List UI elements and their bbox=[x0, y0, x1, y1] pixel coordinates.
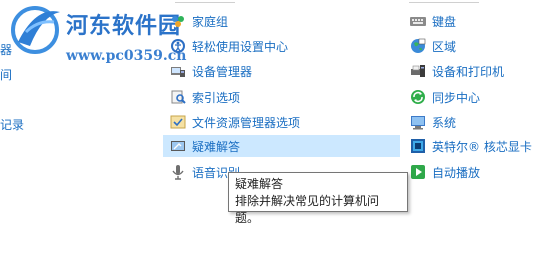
intel-graphics-label: 英特尔® 核芯显卡 bbox=[432, 139, 532, 154]
control-panel-item-system[interactable]: 系统 bbox=[410, 111, 456, 133]
watermark-site-name: 河东软件园 bbox=[66, 13, 182, 39]
devices-printers-label: 设备和打印机 bbox=[432, 64, 505, 79]
indexing-options-icon bbox=[170, 89, 186, 105]
left-item-1[interactable]: 器 bbox=[0, 41, 12, 58]
tooltip-description: 排除并解决常见的计算机问题。 bbox=[235, 194, 380, 225]
tooltip-title: 疑难解答 bbox=[235, 177, 284, 191]
troubleshooting-label: 疑难解答 bbox=[192, 139, 241, 154]
watermark-url: www.pc0359.cn bbox=[66, 48, 187, 64]
file-explorer-options-label: 文件资源管理器选项 bbox=[192, 115, 301, 130]
control-panel-item-device-manager[interactable]: 设备管理器 bbox=[170, 60, 252, 82]
indexing-options-label: 索引选项 bbox=[192, 90, 241, 105]
troubleshooting-icon bbox=[170, 138, 186, 154]
device-manager-label: 设备管理器 bbox=[192, 64, 253, 79]
left-item-2[interactable]: 间 bbox=[0, 66, 12, 83]
control-panel-item-indexing-options[interactable]: 索引选项 bbox=[170, 86, 240, 108]
keyboard-icon bbox=[410, 13, 426, 29]
device-manager-icon bbox=[170, 63, 186, 79]
system-icon bbox=[410, 114, 426, 130]
control-panel-item-intel-graphics[interactable]: 英特尔® 核芯显卡 bbox=[410, 135, 532, 157]
control-panel-item-sync-center[interactable]: 同步中心 bbox=[410, 86, 480, 108]
system-label: 系统 bbox=[432, 115, 457, 130]
region-label: 区域 bbox=[432, 39, 457, 54]
control-panel-item-autoplay[interactable]: 自动播放 bbox=[410, 161, 480, 183]
devices-printers-icon bbox=[410, 63, 426, 79]
control-panel-item-file-explorer-options[interactable]: 文件资源管理器选项 bbox=[170, 111, 300, 133]
control-panel-item-troubleshooting[interactable]: 疑难解答 bbox=[170, 135, 240, 157]
watermark-logo-icon bbox=[11, 6, 60, 54]
keyboard-label: 键盘 bbox=[432, 14, 457, 29]
ease-of-access-label: 轻松使用设置中心 bbox=[192, 39, 289, 54]
homegroup-label: 家庭组 bbox=[192, 14, 229, 29]
speech-recognition-icon bbox=[170, 164, 186, 180]
file-explorer-options-icon bbox=[170, 114, 186, 130]
ease-of-access-icon bbox=[170, 38, 186, 54]
autoplay-label: 自动播放 bbox=[432, 165, 481, 180]
region-icon bbox=[410, 38, 426, 54]
control-panel-item-keyboard[interactable]: 键盘 bbox=[410, 10, 456, 32]
sync-center-icon bbox=[410, 89, 426, 105]
control-panel-item-homegroup[interactable]: 家庭组 bbox=[170, 10, 228, 32]
troubleshooting-tooltip: 疑难解答 排除并解决常见的计算机问题。 bbox=[228, 172, 408, 225]
cut-off-row-middle bbox=[175, 0, 235, 3]
autoplay-icon bbox=[410, 164, 426, 180]
intel-graphics-icon bbox=[410, 138, 426, 154]
cut-off-row-right bbox=[409, 0, 479, 3]
control-panel-item-devices-printers[interactable]: 设备和打印机 bbox=[410, 60, 504, 82]
control-panel-item-ease-of-access[interactable]: 轻松使用设置中心 bbox=[170, 35, 288, 57]
left-item-3[interactable]: 记录 bbox=[0, 116, 24, 133]
control-panel-item-region[interactable]: 区域 bbox=[410, 35, 456, 57]
sync-center-label: 同步中心 bbox=[432, 90, 481, 105]
homegroup-icon bbox=[170, 13, 186, 29]
